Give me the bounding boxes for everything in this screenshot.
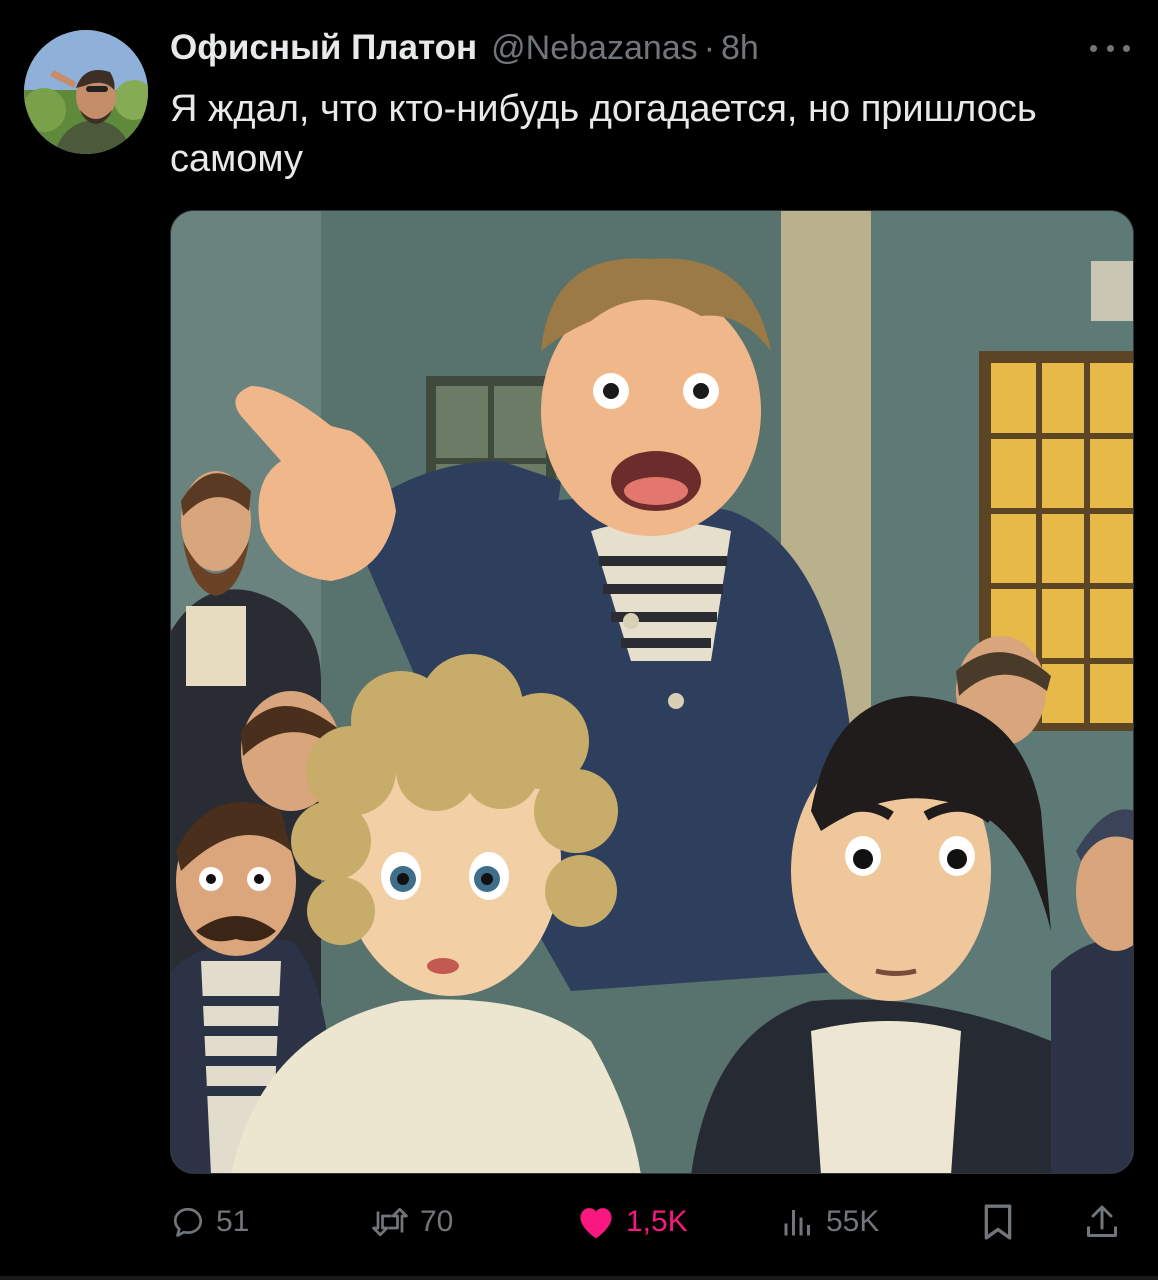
repost-icon	[372, 1207, 408, 1237]
bookmark-button[interactable]	[980, 1194, 1016, 1250]
divider	[0, 1276, 1158, 1280]
like-button[interactable]: 1,5K	[576, 1194, 688, 1250]
bookmark-icon	[984, 1204, 1012, 1240]
views-count: 55K	[826, 1205, 880, 1238]
tweet-media[interactable]	[170, 210, 1134, 1174]
views-icon	[784, 1210, 810, 1236]
reply-count: 51	[216, 1205, 250, 1238]
separator-dot: ·	[703, 29, 716, 67]
tweet-text: Я ждал, что кто-нибудь догадается, но пр…	[170, 88, 1037, 180]
more-icon[interactable]	[1090, 36, 1130, 60]
reply-button[interactable]: 51	[170, 1194, 249, 1250]
like-icon	[580, 1208, 612, 1239]
share-icon	[1087, 1205, 1117, 1237]
repost-button[interactable]: 70	[370, 1194, 453, 1250]
author-name[interactable]: Офисный Платон	[170, 28, 477, 68]
avatar[interactable]	[24, 30, 148, 154]
share-button[interactable]	[1084, 1194, 1120, 1250]
tweet-header: Офисный Платон @Nebazanas · 8h	[170, 28, 759, 72]
tweet[interactable]: Офисный Платон @Nebazanas · 8h Я ждал, ч…	[0, 0, 1158, 1280]
like-count: 1,5K	[626, 1205, 688, 1238]
author-handle[interactable]: @Nebazanas	[491, 29, 698, 68]
media-illustration	[171, 211, 1133, 1173]
tweet-time[interactable]: 8h	[721, 29, 759, 68]
action-bar: 51 70 1,5K 55K	[170, 1194, 1134, 1250]
views-button[interactable]: 55K	[780, 1194, 879, 1250]
repost-count: 70	[420, 1205, 454, 1238]
reply-icon	[173, 1207, 203, 1237]
